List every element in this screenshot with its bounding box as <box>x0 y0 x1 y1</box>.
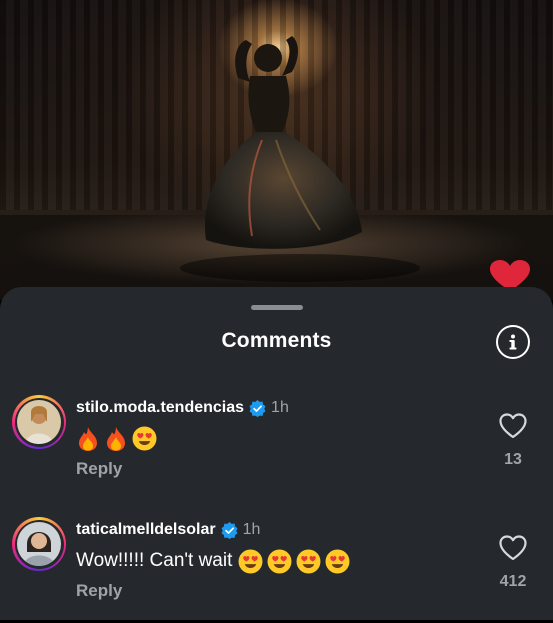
comment-time: 1h <box>242 521 261 538</box>
comment-time: 1h <box>271 399 289 416</box>
comment-item: taticalmelldelsolar 1h Wow!!!!! Can't wa… <box>0 513 553 623</box>
verified-badge-icon <box>221 521 238 539</box>
heart-eyes-emoji-icon <box>325 549 350 573</box>
avatar <box>17 522 61 566</box>
reply-button[interactable]: Reply <box>76 459 122 479</box>
sheet-title: Comments <box>221 329 332 352</box>
avatar <box>17 400 61 444</box>
like-count: 13 <box>504 451 522 468</box>
reply-button[interactable]: Reply <box>76 581 122 601</box>
heart-outline-icon[interactable] <box>499 413 527 439</box>
avatar-story-ring[interactable] <box>12 517 66 571</box>
comment-username[interactable]: taticalmelldelsolar <box>76 521 216 539</box>
video-player[interactable] <box>0 0 553 300</box>
fire-emoji-icon <box>107 427 125 451</box>
heart-eyes-emoji-icon <box>238 549 263 573</box>
comment-username[interactable]: stilo.moda.tendencias <box>76 399 244 417</box>
info-button[interactable] <box>496 325 530 359</box>
like-count: 412 <box>499 573 527 590</box>
verified-badge-icon <box>249 399 266 417</box>
avatar-story-ring[interactable] <box>12 395 66 449</box>
heart-eyes-emoji-icon <box>296 549 321 573</box>
heart-outline-icon[interactable] <box>499 535 527 561</box>
emoji-group <box>238 549 350 574</box>
info-circle-icon <box>509 334 517 350</box>
sheet-grabber[interactable] <box>251 305 303 310</box>
heart-eyes-emoji-icon <box>267 549 292 573</box>
comment-item: stilo.moda.tendencias 1h Reply 13 <box>0 391 553 501</box>
heart-eyes-emoji-icon <box>132 426 157 451</box>
emoji-group <box>76 426 157 452</box>
dancer-silhouette <box>180 36 420 282</box>
comment-text: Wow!!!!! Can't wait <box>76 547 350 575</box>
comments-sheet: Comments stilo.moda.tendencias 1h Reply … <box>0 287 553 620</box>
fire-emoji-icon <box>79 427 97 451</box>
comment-text <box>76 425 157 453</box>
comment-body: Wow!!!!! Can't wait <box>76 550 233 571</box>
comment-header: taticalmelldelsolar 1h <box>76 519 260 541</box>
comment-header: stilo.moda.tendencias 1h <box>76 397 289 419</box>
